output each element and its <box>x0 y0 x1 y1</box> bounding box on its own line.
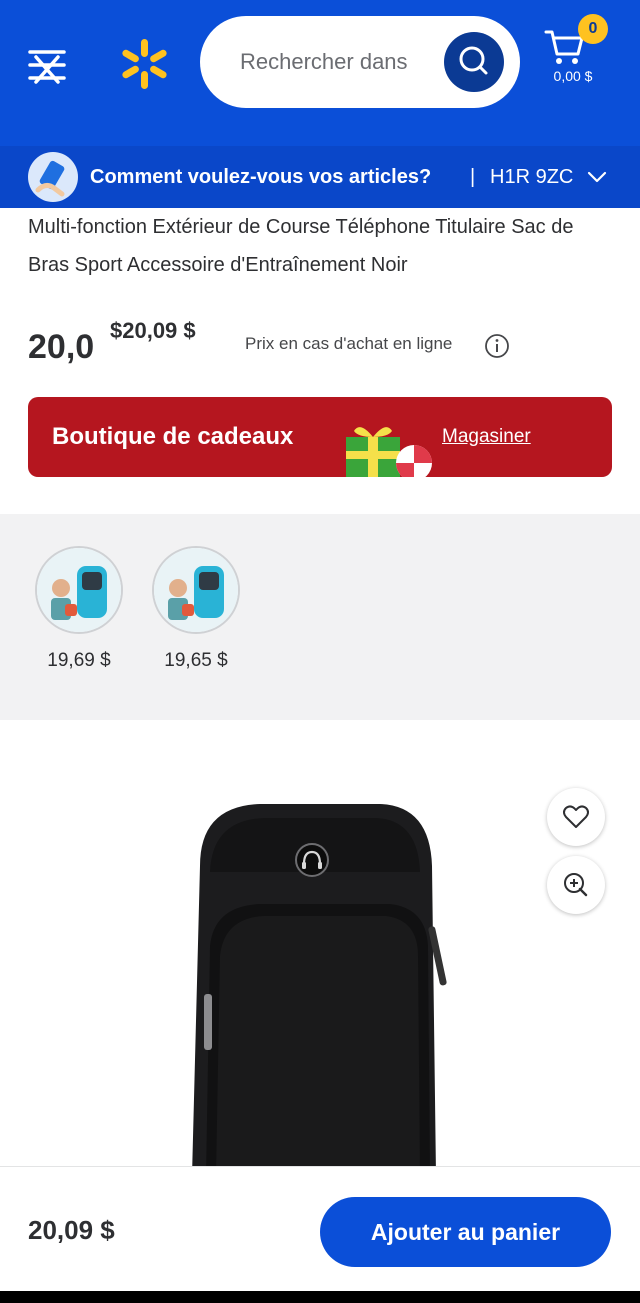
product-image <box>192 804 447 1166</box>
chevron-down-icon <box>587 171 607 183</box>
variant-selector: 19,69 $ 19,65 $ <box>0 514 640 720</box>
info-icon[interactable] <box>484 333 510 359</box>
variant-price: 19,65 $ <box>164 650 228 671</box>
delivery-separator: | <box>470 166 476 188</box>
cart-count-badge: 0 <box>578 14 608 44</box>
postal-code: H1R 9ZC <box>490 166 574 188</box>
search-button[interactable] <box>444 32 504 92</box>
search-icon <box>459 46 488 75</box>
walmart-spark-icon <box>122 39 167 89</box>
top-header: Rechercher dans 0 0,00 $ <box>0 0 640 146</box>
favorite-button[interactable] <box>547 788 605 846</box>
product-price-overlay: $20,09 $ <box>110 318 196 343</box>
search-bar[interactable]: Rechercher dans <box>200 16 520 108</box>
gift-banner-title: Boutique de cadeaux <box>52 423 294 450</box>
bottom-price: 20,09 $ <box>28 1215 115 1245</box>
gift-shop-banner[interactable]: Boutique de cadeaux Magasiner <box>28 397 612 477</box>
system-nav-strip <box>0 1291 640 1303</box>
zoom-button[interactable] <box>547 856 605 914</box>
product-image-carousel[interactable] <box>0 720 640 1166</box>
gift-box-icon <box>346 427 432 477</box>
add-to-cart-button[interactable]: Ajouter au panier <box>320 1197 611 1267</box>
variant-thumbnail[interactable] <box>35 546 123 634</box>
variant-thumbnail[interactable] <box>152 546 240 634</box>
bottom-purchase-bar: 20,09 $ Ajouter au panier <box>0 1166 640 1291</box>
menu-button[interactable] <box>26 44 70 88</box>
delivery-question: Comment voulez-vous vos articles? <box>90 166 432 188</box>
variant-option[interactable]: 19,69 $ <box>34 546 124 672</box>
heart-icon <box>563 805 589 828</box>
cart-button[interactable]: 0 0,00 $ <box>538 14 608 94</box>
cart-total: 0,00 $ <box>553 68 593 84</box>
product-title: Multi-fonction Extérieur de Course Télép… <box>28 216 574 276</box>
phone-hand-icon <box>28 152 78 202</box>
variant-option[interactable]: 19,65 $ <box>151 546 241 672</box>
price-note: Prix en cas d'achat en ligne <box>245 334 453 353</box>
variant-price: 19,69 $ <box>47 650 111 671</box>
product-price: 20,0 <box>28 328 95 366</box>
menu-icon <box>28 50 66 84</box>
search-input[interactable]: Rechercher dans <box>240 16 408 108</box>
home-logo-button[interactable] <box>116 36 172 92</box>
zoom-in-icon <box>564 873 588 897</box>
shop-link[interactable]: Magasiner <box>442 397 531 477</box>
delivery-selector[interactable]: Comment voulez-vous vos articles? | H1R … <box>0 146 640 208</box>
